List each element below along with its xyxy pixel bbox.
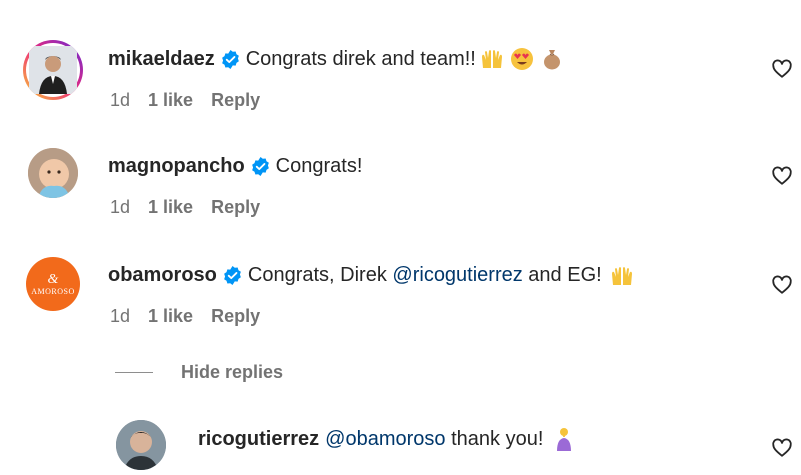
- reply-button[interactable]: Reply: [211, 90, 260, 111]
- avatar[interactable]: [28, 148, 78, 198]
- verified-badge-icon: [251, 157, 270, 176]
- avatar[interactable]: [116, 420, 166, 470]
- heart-eyes-emoji-icon: [510, 47, 534, 71]
- like-count[interactable]: 1 like: [148, 306, 193, 327]
- comment-time: 1d: [110, 90, 131, 110]
- praying-person-emoji-icon: [555, 427, 573, 451]
- raising-hands-emoji-icon: [480, 48, 504, 70]
- like-heart-icon[interactable]: [771, 437, 793, 459]
- comment-time: 1d: [110, 197, 131, 217]
- like-heart-icon[interactable]: [771, 165, 793, 187]
- divider: [115, 372, 153, 373]
- comment-text: Congrats!: [275, 155, 363, 177]
- like-heart-icon[interactable]: [771, 274, 793, 296]
- verified-badge-icon: [223, 266, 242, 285]
- comment-text: thank you!: [445, 427, 544, 450]
- avatar[interactable]: [23, 40, 83, 100]
- reply-button[interactable]: Reply: [211, 306, 260, 327]
- brand-logo-text: AMOROSO: [31, 286, 75, 296]
- raising-hands-emoji-icon: [610, 265, 634, 287]
- like-count[interactable]: 1 like: [148, 197, 193, 218]
- username[interactable]: ricogutierrez: [198, 428, 319, 451]
- username[interactable]: mikaeldaez: [108, 48, 215, 71]
- like-count[interactable]: 1 like: [148, 90, 193, 111]
- profile-photo: [28, 148, 78, 198]
- reply-button[interactable]: Reply: [211, 197, 260, 218]
- hide-replies-toggle[interactable]: Hide replies: [115, 362, 283, 383]
- comment-text-end: and EG!: [522, 264, 602, 286]
- hide-replies-label[interactable]: Hide replies: [181, 362, 283, 383]
- avatar[interactable]: & AMOROSO: [26, 257, 80, 311]
- verified-badge-icon: [221, 49, 240, 69]
- comment-text: Congrats, Direk: [247, 264, 393, 286]
- mention-link[interactable]: @ricogutierrez: [392, 264, 522, 287]
- profile-photo: [116, 420, 166, 470]
- username[interactable]: obamoroso: [108, 264, 217, 287]
- username[interactable]: magnopancho: [108, 155, 245, 178]
- comment-time: 1d: [110, 306, 131, 326]
- profile-photo: [29, 46, 77, 94]
- like-heart-icon[interactable]: [771, 58, 793, 80]
- mention-link[interactable]: @obamoroso: [325, 428, 445, 451]
- money-bag-emoji-icon: [542, 48, 562, 70]
- comment-text: Congrats direk and team!!: [245, 47, 476, 70]
